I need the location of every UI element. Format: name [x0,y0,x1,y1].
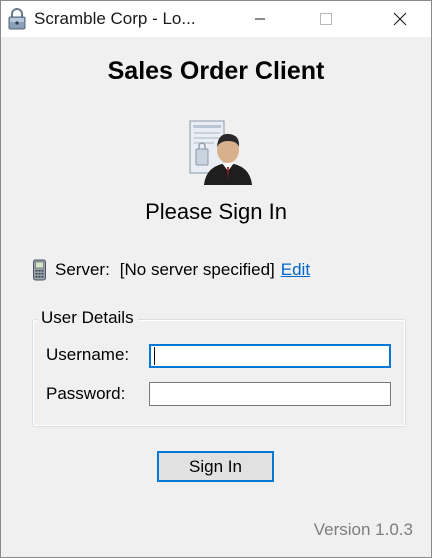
user-details-group: User Details Username: Password: [32,308,406,427]
edit-server-link[interactable]: Edit [281,260,310,280]
minimize-icon [255,18,265,20]
lock-icon [7,8,27,30]
maximize-icon [320,13,332,25]
user-with-document-icon [184,117,256,187]
version-label: Version 1.0.3 [313,520,413,539]
close-icon [393,12,407,26]
text-caret [154,347,155,365]
window-title: Scramble Corp - Lo... [34,9,196,28]
sign-in-button[interactable]: Sign In [157,451,274,482]
login-window: Scramble Corp - Lo... Sales Order Client [0,0,432,558]
app-title: Sales Order Client [107,57,325,85]
phone-icon [32,259,47,281]
password-input[interactable] [149,382,391,406]
close-button[interactable] [377,1,423,37]
title-bar[interactable]: Scramble Corp - Lo... [1,1,431,37]
username-input[interactable] [149,344,391,368]
password-label: Password: [46,384,126,403]
server-row: Server: [No server specified] Edit [32,258,310,282]
server-label: Server: [55,260,110,279]
sign-in-heading: Please Sign In [145,199,287,224]
user-details-legend: User Details [37,308,138,328]
minimize-button[interactable] [237,1,283,37]
server-value: [No server specified] [119,260,275,279]
username-label: Username: [46,345,130,364]
maximize-button[interactable] [303,1,349,37]
